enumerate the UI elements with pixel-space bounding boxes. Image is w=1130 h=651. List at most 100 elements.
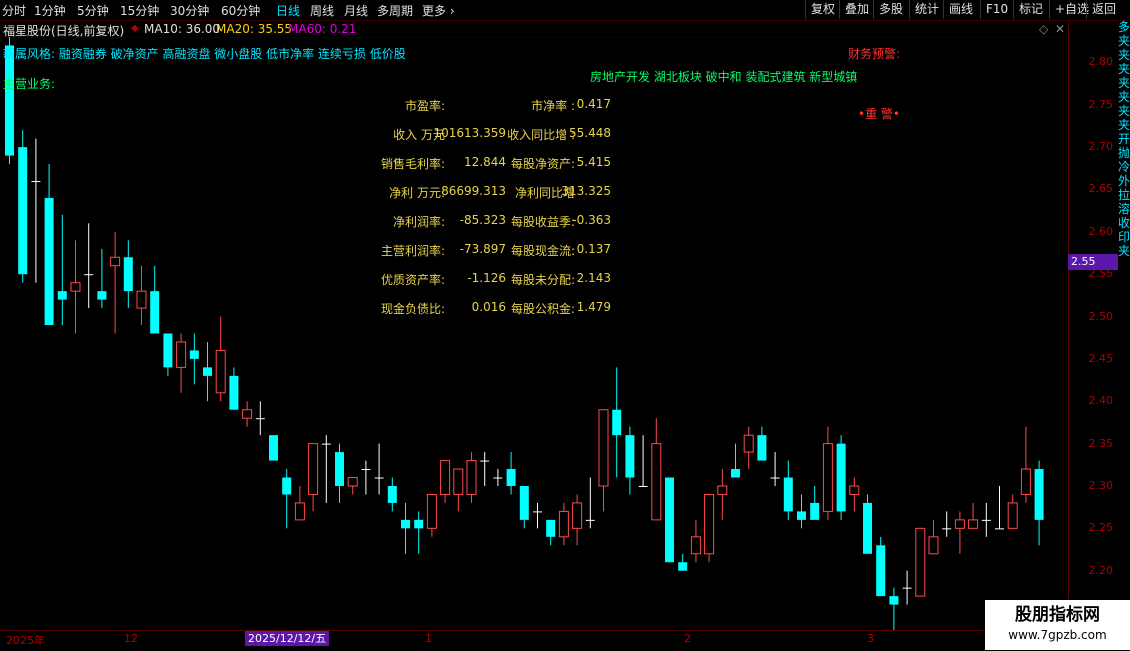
tab-5min[interactable]: 5分钟 bbox=[77, 2, 109, 19]
tab-60min[interactable]: 60分钟 bbox=[221, 2, 260, 19]
price-tick: 2.20 bbox=[1088, 563, 1114, 577]
back-button[interactable]: 返回 bbox=[1086, 0, 1121, 19]
candle-body bbox=[585, 519, 595, 521]
candle-body bbox=[136, 290, 147, 309]
draw-button[interactable]: 画线 bbox=[943, 0, 978, 19]
candle-body bbox=[1007, 502, 1018, 529]
fund-value: 101613.359 bbox=[433, 126, 506, 140]
candle-body bbox=[269, 435, 278, 461]
price-tick: 2.70 bbox=[1088, 140, 1114, 154]
fund-value: 1.479 bbox=[576, 300, 611, 314]
candle-body bbox=[374, 477, 384, 479]
tab-30min[interactable]: 30分钟 bbox=[170, 2, 209, 19]
candle-body bbox=[981, 519, 991, 521]
candle-body bbox=[321, 443, 331, 445]
candle-body bbox=[704, 493, 715, 555]
price-tick: 2.75 bbox=[1088, 97, 1114, 111]
tab-daily[interactable]: 日线 bbox=[276, 2, 300, 19]
candle-body bbox=[678, 562, 688, 571]
stats-button[interactable]: 统计 bbox=[909, 0, 944, 19]
adjust-button[interactable]: 复权 bbox=[805, 0, 840, 19]
current-price-marker: 2.55 bbox=[1068, 254, 1118, 270]
price-axis: 2.80 2.75 2.70 2.65 2.60 2.55 2.50 2.45 2.40 2.35… bbox=[1068, 20, 1119, 630]
candle-body bbox=[347, 477, 358, 487]
candle-body bbox=[163, 333, 173, 368]
fund-value: 2.143 bbox=[576, 271, 611, 285]
candle-body bbox=[797, 511, 806, 520]
close-icon[interactable]: ✕ bbox=[1055, 22, 1065, 36]
candle-body bbox=[770, 477, 780, 479]
tab-more-label: 更多 bbox=[422, 4, 447, 18]
fund-label: 每股收益季: bbox=[510, 215, 575, 229]
tab-more[interactable]: 更多 › bbox=[422, 2, 455, 19]
dropdown-icon[interactable]: ◆ bbox=[131, 23, 139, 34]
candle-body bbox=[453, 468, 464, 495]
fund-label: 每股净资产: bbox=[510, 157, 575, 171]
candle-body bbox=[902, 587, 912, 589]
f10-button[interactable]: F10 bbox=[980, 0, 1013, 19]
tab-15min[interactable]: 15分钟 bbox=[120, 2, 159, 19]
candle-body bbox=[625, 435, 635, 478]
tab-monthly[interactable]: 月线 bbox=[344, 2, 368, 19]
candle-body bbox=[954, 519, 965, 529]
fund-label: 净利 万元: bbox=[389, 186, 445, 200]
ma20-label: MA20: 35.55 bbox=[216, 22, 293, 36]
candle-body bbox=[519, 485, 529, 520]
candle-body bbox=[889, 596, 899, 605]
candle-body bbox=[836, 443, 846, 512]
fund-label: 现金负债比: bbox=[380, 302, 445, 316]
candle-body bbox=[361, 469, 371, 471]
tab-timeshare[interactable]: 分时 bbox=[2, 2, 26, 19]
ma60-label: MA60: 0.21 bbox=[288, 22, 357, 36]
candle-body bbox=[743, 434, 754, 453]
price-tick: 2.65 bbox=[1088, 182, 1114, 196]
mark-button[interactable]: 标记 bbox=[1013, 0, 1048, 19]
concept-tags: 房地产开发 湖北板块 破中和 装配式建筑 新型城镇 bbox=[590, 70, 858, 84]
fund-value: -85.323 bbox=[459, 213, 506, 227]
fund-label: 收入同比增 : bbox=[507, 128, 575, 142]
tab-weekly[interactable]: 周线 bbox=[310, 2, 334, 19]
price-tick: 2.45 bbox=[1088, 351, 1114, 365]
multi-stock-button[interactable]: 多股 bbox=[873, 0, 908, 19]
fund-value: -1.126 bbox=[467, 271, 506, 285]
main-business-label: 主营业务: bbox=[3, 77, 56, 91]
x-label-12: 12 bbox=[124, 632, 138, 645]
candle-body bbox=[638, 485, 648, 487]
candle-body bbox=[466, 460, 477, 495]
financial-warning-label: 财务预警: bbox=[848, 47, 901, 61]
candle-body bbox=[176, 341, 187, 368]
heavy-warning-badge: •重 警• bbox=[858, 107, 900, 121]
candle-body bbox=[995, 528, 1004, 530]
fund-label: 市净率 : bbox=[531, 99, 575, 113]
kline-chart[interactable]: 新属风格: 融资融券 破净资产 高融资盘 微小盘股 低市净率 连续亏损 低价股 … bbox=[0, 20, 1068, 630]
overlay-button[interactable]: 叠加 bbox=[839, 0, 874, 19]
fund-value: -0.363 bbox=[572, 213, 611, 227]
candle-body bbox=[757, 435, 767, 461]
candle-body bbox=[229, 375, 239, 410]
candle-body bbox=[255, 418, 265, 420]
tab-1min[interactable]: 1分钟 bbox=[34, 2, 66, 19]
candle-body bbox=[558, 510, 569, 538]
price-tick: 2.40 bbox=[1088, 394, 1114, 408]
candle-body bbox=[335, 452, 344, 486]
candle-body bbox=[876, 545, 886, 597]
fund-value: 0.016 bbox=[471, 300, 506, 314]
fund-value: 313.325 bbox=[561, 184, 611, 198]
diamond-icon[interactable]: ◇ bbox=[1039, 22, 1048, 36]
ma10-label: MA10: 36.00 bbox=[144, 22, 221, 36]
candle-body bbox=[387, 485, 397, 503]
fund-label: 市盈率: bbox=[404, 99, 445, 113]
candle-body bbox=[215, 349, 226, 394]
tab-multi-period[interactable]: 多周期 bbox=[377, 2, 413, 19]
x-label-3: 3 bbox=[867, 632, 874, 645]
candle-body bbox=[690, 536, 701, 555]
fund-label: 每股未分配: bbox=[510, 273, 575, 287]
candle-body bbox=[651, 443, 662, 521]
candle-body bbox=[731, 469, 740, 478]
candle-body bbox=[414, 519, 424, 529]
fund-label: 每股公积金: bbox=[510, 302, 575, 316]
candle-body bbox=[942, 528, 952, 530]
selected-date: 2025/12/12/五 bbox=[245, 631, 330, 646]
candle-body bbox=[84, 274, 94, 276]
candle-body bbox=[493, 477, 503, 479]
